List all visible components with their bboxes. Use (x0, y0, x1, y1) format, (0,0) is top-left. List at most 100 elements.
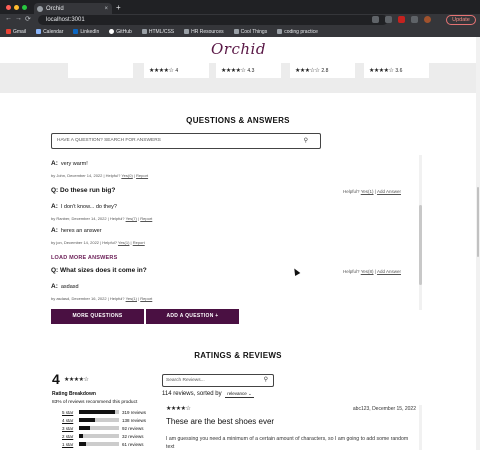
answer-meta: by John, December 14, 2022 | Helpful? Ye… (51, 173, 149, 178)
breakdown-label[interactable]: 2 star (62, 434, 76, 439)
breakdown-label[interactable]: 3 star (62, 426, 76, 431)
helpful-yes-link[interactable]: Yes(1) (118, 240, 129, 245)
sort-dropdown[interactable]: relevance ⌄ (225, 391, 254, 398)
report-link[interactable]: Report (140, 216, 152, 221)
bookmark-item[interactable]: Cool Things (233, 29, 267, 35)
helpful-yes-link[interactable]: Yes(7) (126, 216, 137, 221)
add-question-button[interactable]: ADD A QUESTION + (146, 309, 239, 324)
bookmark-label: Calendar (43, 28, 64, 35)
bookmark-item[interactable]: HTML/CSS (141, 28, 175, 35)
answer-prefix: A: (51, 203, 58, 210)
add-answer-link[interactable]: Add Answer (377, 189, 401, 194)
bookmark-item[interactable]: HR Resources (184, 29, 224, 35)
minimize-window-button[interactable] (14, 5, 19, 10)
product-card[interactable]: ★★★★☆ 4.3 (216, 63, 281, 78)
question-body: Do these run big? (60, 187, 116, 194)
product-card[interactable] (68, 63, 133, 78)
page-content: Orchid ★★★★☆ 4 ★★★★☆ 4.3 ★★★☆☆ 2.8 ★★★★☆… (0, 37, 476, 450)
bookmark-item[interactable]: coding practice (277, 29, 318, 35)
product-card[interactable]: ★★★☆☆ 2.8 (290, 63, 355, 78)
breakdown-bar (79, 418, 119, 422)
product-card[interactable]: ★★★★☆ 3.6 (364, 63, 429, 78)
report-link[interactable]: Report (133, 240, 145, 245)
question-text: Q: Do these run big? (51, 187, 115, 194)
breakdown-count: 92 reviews (122, 425, 144, 431)
bookmark-item[interactable]: Calendar (36, 29, 63, 35)
new-tab-button[interactable]: + (116, 3, 121, 12)
site-logo[interactable]: Orchid (211, 40, 266, 58)
answer-text: A: I don't know... do they? (51, 203, 117, 210)
answer-text: A: asdasd (51, 283, 79, 290)
gmail-icon (6, 29, 11, 34)
question-helpful: Helpful? Yes(8) | Add Answer (343, 269, 401, 274)
qa-scrollbar-thumb[interactable] (419, 205, 422, 285)
reload-icon[interactable]: ⟳ (25, 15, 31, 23)
breakdown-bar-fill (79, 426, 90, 430)
breakdown-label[interactable]: 5 star (62, 410, 76, 415)
bookmarks-bar: Gmail Calendar LinkedIn GitHub HTML/CSS … (0, 26, 480, 37)
bookmark-item[interactable]: GitHub (109, 29, 132, 35)
bookmark-item[interactable]: LinkedIn (73, 29, 99, 35)
tab-bar: Orchid × + (0, 0, 480, 15)
review-tile: ★★★★☆ abc123, December 15, 2022 These ar… (162, 405, 420, 450)
bookmark-star-icon[interactable] (385, 16, 392, 23)
close-window-button[interactable] (6, 5, 11, 10)
qa-search-input[interactable]: HAVE A QUESTION? SEARCH FOR ANSWERS ⚲ (51, 133, 321, 149)
page-scrollbar[interactable] (476, 37, 480, 450)
product-card[interactable]: ★★★★☆ 4 (144, 63, 209, 78)
more-questions-button[interactable]: MORE QUESTIONS (51, 309, 144, 324)
report-link[interactable]: Report (140, 296, 152, 301)
breakdown-row[interactable]: 4 star 138 reviews (62, 417, 146, 423)
bookmark-label: HTML/CSS (148, 28, 175, 35)
search-icon[interactable]: ⚲ (264, 375, 268, 386)
helpful-yes-link[interactable]: Yes(0) (121, 173, 132, 178)
back-icon[interactable]: ← (5, 15, 12, 22)
forward-icon[interactable]: → (15, 15, 22, 22)
answer-prefix: A: (51, 227, 58, 234)
qa-scrollbar[interactable] (419, 155, 422, 310)
breakdown-row[interactable]: 1 star 61 reviews (62, 441, 144, 447)
sort-value: relevance (227, 391, 247, 396)
folder-icon (233, 29, 239, 34)
related-products-carousel: ★★★★☆ 4 ★★★★☆ 4.3 ★★★☆☆ 2.8 ★★★★☆ 3.6 (0, 63, 476, 93)
url-text: localhost:3001 (46, 17, 85, 23)
answer-text: A: very warm! (51, 160, 88, 167)
extension-icon[interactable] (398, 16, 405, 23)
breakdown-bar (79, 442, 119, 446)
recommend-text: 83% of reviews recommend this product (52, 400, 138, 405)
avatar[interactable] (424, 16, 431, 23)
bookmark-label: GitHub (116, 28, 132, 35)
address-bar[interactable]: localhost:3001 (38, 15, 388, 25)
reviews-section-title: RATINGS & REVIEWS (194, 351, 282, 360)
calendar-icon (36, 29, 42, 34)
load-more-answers-link[interactable]: LOAD MORE ANSWERS (51, 255, 117, 261)
helpful-yes-link[interactable]: Yes(1) (361, 189, 374, 194)
maximize-window-button[interactable] (22, 5, 27, 10)
answer-byline: by jon, December 14, 2022 | Helpful? (51, 240, 117, 245)
bookmark-item[interactable]: Gmail (6, 29, 26, 35)
helpful-yes-link[interactable]: Yes(1) (126, 296, 137, 301)
report-link[interactable]: Report (136, 173, 148, 178)
answer-body: I don't know... do they? (60, 204, 117, 210)
breakdown-row[interactable]: 2 star 32 reviews (62, 433, 144, 439)
review-search-input[interactable]: Search Reviews... ⚲ (162, 374, 274, 387)
review-scrollbar[interactable] (419, 405, 422, 450)
share-icon[interactable] (372, 16, 379, 23)
breakdown-row[interactable]: 3 star 92 reviews (62, 425, 144, 431)
breakdown-row[interactable]: 5 star 319 reviews (62, 409, 146, 415)
helpful-yes-link[interactable]: Yes(8) (361, 269, 374, 274)
add-answer-link[interactable]: Add Answer (377, 269, 401, 274)
search-icon[interactable]: ⚲ (304, 134, 308, 148)
update-button[interactable]: Update (446, 15, 476, 25)
card-rating: 2.8 (321, 67, 329, 74)
breakdown-label[interactable]: 4 star (62, 418, 76, 423)
chevron-down-icon: ⌄ (248, 391, 252, 396)
qa-list: A: very warm! by John, December 14, 2022 … (51, 155, 421, 310)
puzzle-icon[interactable] (411, 16, 418, 23)
breakdown-label[interactable]: 1 star (62, 442, 76, 447)
card-stars: ★★★☆☆ (295, 68, 320, 74)
page-scrollbar-thumb[interactable] (477, 187, 479, 257)
review-user-date: abc123, December 15, 2022 (352, 406, 416, 412)
folder-icon (141, 29, 147, 34)
average-stars: ★★★★☆ (64, 377, 89, 383)
